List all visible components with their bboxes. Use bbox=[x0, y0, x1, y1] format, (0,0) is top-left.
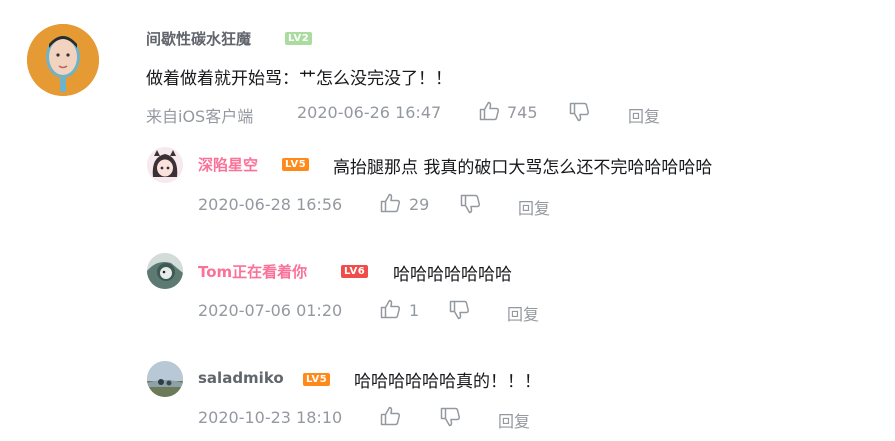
thumbs-down-icon[interactable] bbox=[449, 300, 470, 320]
level-badge: LV5 bbox=[282, 158, 310, 171]
thumbs-down-icon[interactable] bbox=[569, 102, 590, 122]
thumbs-up-icon[interactable] bbox=[380, 299, 401, 319]
avatar[interactable] bbox=[27, 24, 99, 96]
reply-time: 2020-10-23 18:10 bbox=[198, 408, 343, 427]
reply-button[interactable]: 回复 bbox=[498, 408, 530, 432]
like-count: 745 bbox=[507, 103, 538, 122]
reply-button[interactable]: 回复 bbox=[628, 103, 660, 127]
level-badge: LV6 bbox=[341, 265, 369, 278]
comment-source: 来自iOS客户端 bbox=[146, 107, 254, 126]
reply-text: 哈哈哈哈哈哈真的！！！ bbox=[354, 372, 541, 392]
username[interactable]: 深陷星空 bbox=[198, 154, 258, 175]
avatar[interactable] bbox=[147, 147, 183, 183]
comment-text: 做着做着就开始骂：艹怎么没完没了！！ bbox=[146, 69, 452, 89]
avatar[interactable] bbox=[147, 253, 183, 289]
avatar[interactable] bbox=[147, 361, 183, 397]
comment-time: 2020-06-26 16:47 bbox=[297, 103, 442, 122]
like-count: 29 bbox=[409, 195, 430, 214]
like-count: 1 bbox=[409, 301, 420, 320]
thumbs-up-icon[interactable] bbox=[380, 406, 401, 426]
username[interactable]: saladmiko bbox=[198, 369, 284, 387]
reply-button[interactable]: 回复 bbox=[518, 195, 550, 219]
reply-button[interactable]: 回复 bbox=[507, 301, 539, 325]
reply-text: 高抬腿那点 我真的破口大骂怎么还不完哈哈哈哈哈 bbox=[333, 158, 713, 178]
thumbs-up-icon[interactable] bbox=[380, 193, 401, 213]
reply-time: 2020-07-06 01:20 bbox=[198, 301, 343, 320]
reply-text: 哈哈哈哈哈哈哈 bbox=[393, 265, 512, 285]
thumbs-down-icon[interactable] bbox=[440, 407, 461, 427]
thumbs-up-icon[interactable] bbox=[479, 101, 500, 121]
reply-time: 2020-06-28 16:56 bbox=[198, 195, 343, 214]
level-badge: LV5 bbox=[303, 373, 331, 386]
level-badge: LV2 bbox=[285, 32, 313, 45]
thumbs-down-icon[interactable] bbox=[460, 194, 481, 214]
username[interactable]: Tom正在看着你 bbox=[198, 261, 307, 282]
username[interactable]: 间歇性碳水狂魔 bbox=[146, 28, 251, 49]
